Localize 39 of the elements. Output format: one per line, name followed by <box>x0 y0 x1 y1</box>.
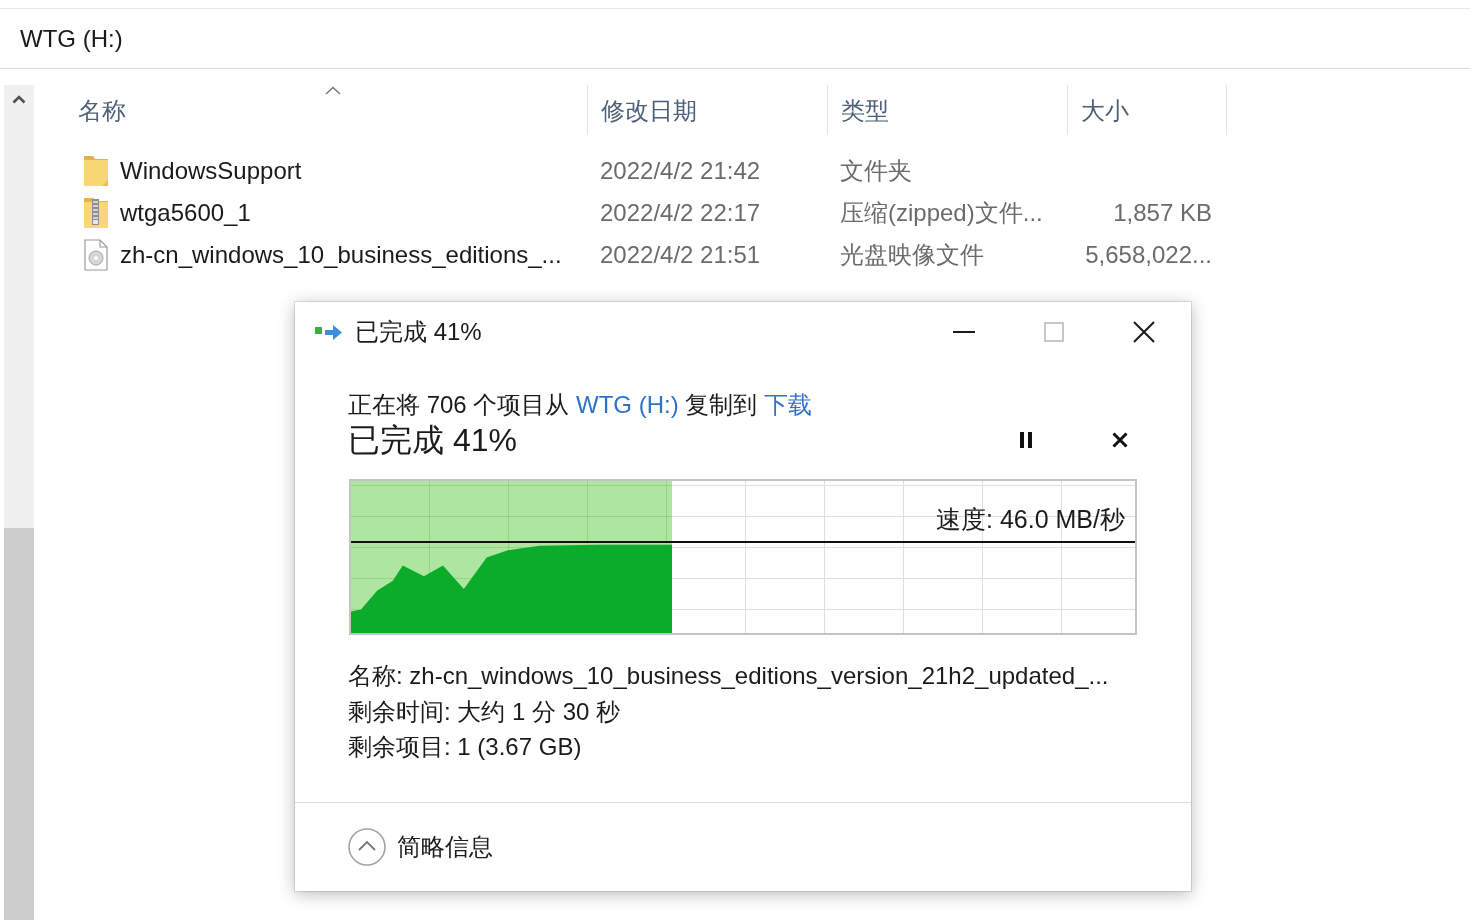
file-type: 压缩(zipped)文件... <box>840 199 1043 226</box>
file-size: 1,857 KB <box>1113 199 1212 226</box>
close-icon <box>1112 432 1128 448</box>
transfer-detail: 剩余时间: 大约 1 分 30 秒 <box>348 697 621 725</box>
file-type: 文件夹 <box>840 157 912 184</box>
transfer-speed: 速度: 46.0 MB/秒 <box>936 505 1125 533</box>
modified-date: 2022/4/2 22:17 <box>600 199 761 226</box>
transfer-detail: 名称: zh-cn_windows_10_business_editions_version_21h2_updated_... <box>348 662 1109 689</box>
folder-icon <box>84 155 108 187</box>
vertical-scrollbar[interactable] <box>4 85 34 920</box>
modified-date: 2022/4/2 21:42 <box>600 157 761 184</box>
disc-file-icon <box>84 239 108 271</box>
scrollbar-thumb[interactable] <box>4 528 34 920</box>
modified-date: 2022/4/2 21:51 <box>600 241 761 268</box>
file-name[interactable]: wtga5600_1 <box>120 199 251 227</box>
pause-icon <box>1020 432 1032 448</box>
details-toggle-button[interactable]: 简略信息 <box>348 827 493 866</box>
sort-caret-icon <box>324 86 341 95</box>
column-header[interactable]: 类型 <box>827 85 1067 135</box>
chevron-up-icon[interactable] <box>12 95 26 104</box>
file-name[interactable]: zh-cn_windows_10_business_editions_... <box>120 241 562 269</box>
location-link[interactable]: 下载 <box>764 391 813 418</box>
column-header[interactable]: 大小 <box>1067 85 1227 135</box>
window-title: WTG (H:) <box>20 24 123 53</box>
transfer-detail: 剩余项目: 1 (3.67 GB) <box>348 733 582 760</box>
minimize-icon <box>953 331 975 333</box>
copy-arrow-icon <box>315 323 343 341</box>
close-icon <box>1133 321 1155 343</box>
file-type: 光盘映像文件 <box>840 241 984 268</box>
column-header[interactable]: 名称 <box>40 85 587 135</box>
dialog-title: 已完成 41% <box>355 317 482 347</box>
zipped-folder-icon <box>84 197 108 229</box>
maximize-icon <box>1044 322 1064 342</box>
progress-heading: 已完成 41% <box>348 421 517 460</box>
copy-description: 正在将 706 个项目从 WTG (H:) 复制到 下载 <box>348 391 813 418</box>
column-header[interactable]: 修改日期 <box>587 85 827 135</box>
location-link[interactable]: WTG (H:) <box>576 391 679 418</box>
file-name[interactable]: WindowsSupport <box>120 157 302 185</box>
file-size: 5,658,022... <box>1085 241 1212 268</box>
